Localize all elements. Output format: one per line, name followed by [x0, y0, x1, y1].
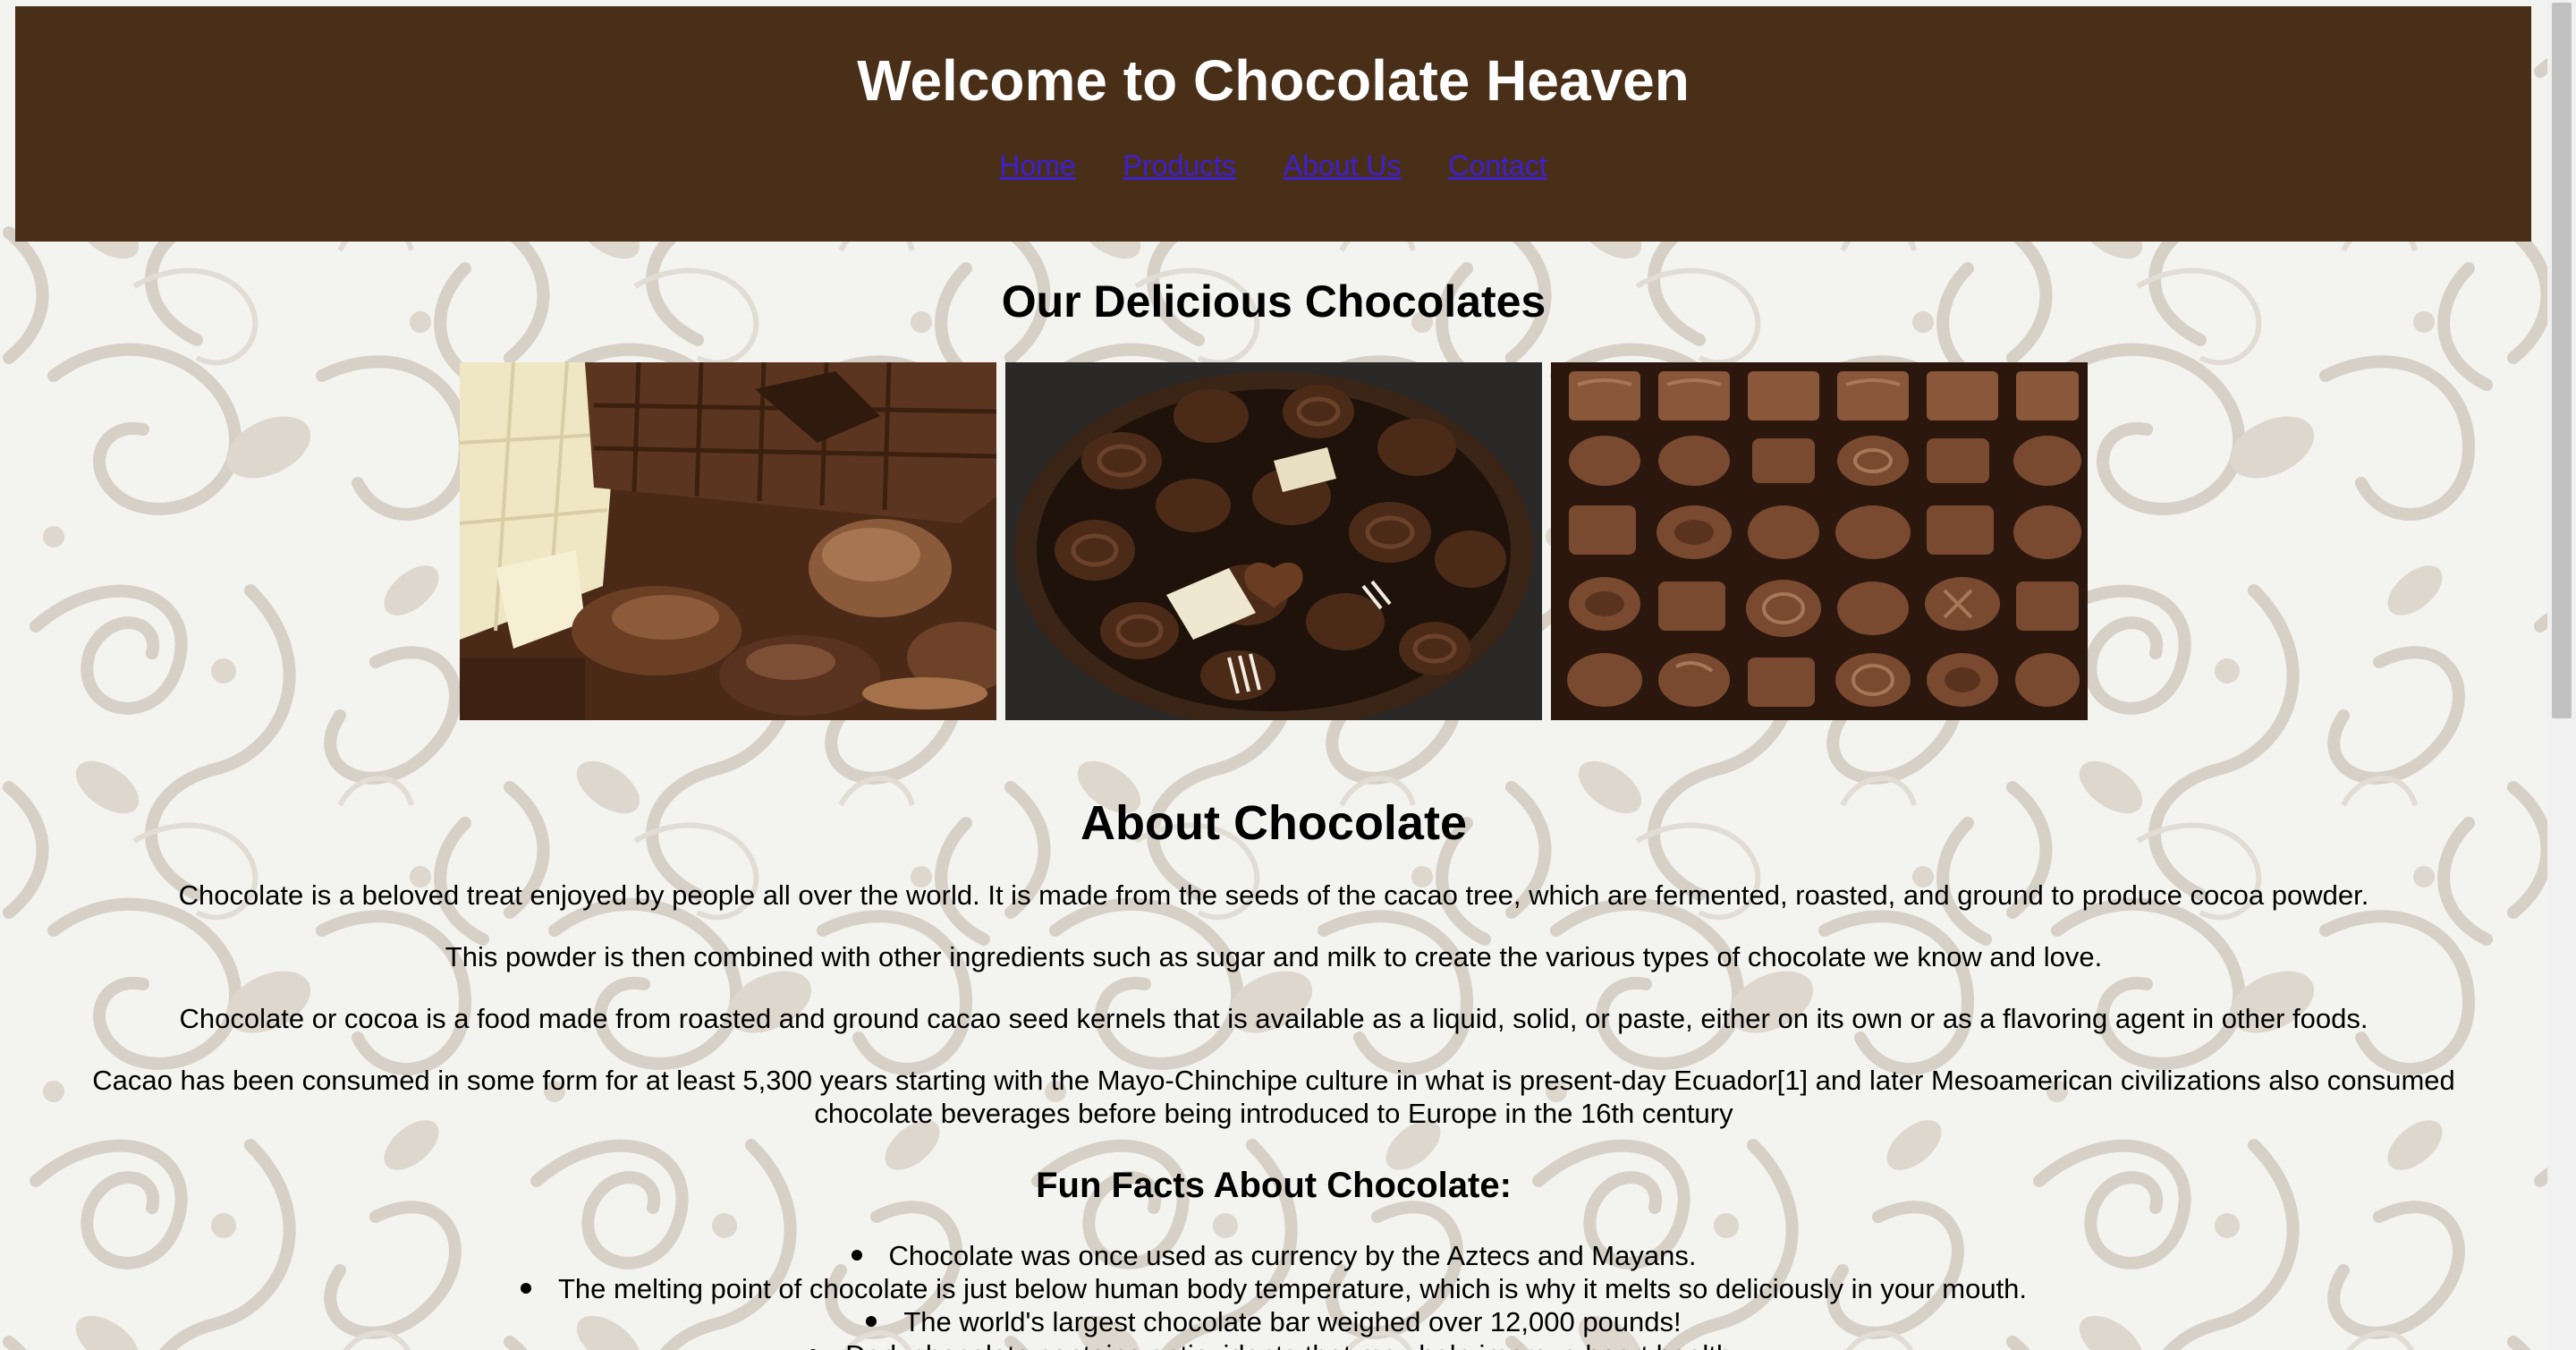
- nav-link-about-us[interactable]: About Us: [1284, 148, 1402, 183]
- chocolate-gallery: [460, 362, 2088, 720]
- about-paragraph: Cacao has been consumed in some form for…: [92, 1065, 2455, 1129]
- vertical-scrollbar[interactable]: [2547, 0, 2576, 1350]
- about-paragraph: Chocolate or cocoa is a food made from r…: [179, 1003, 2368, 1034]
- page: Welcome to Chocolate Heaven Home Product…: [0, 0, 2547, 1350]
- nav-link-contact[interactable]: Contact: [1448, 148, 1546, 183]
- chocolate-bars-image: [460, 362, 996, 720]
- fact-text: The world's largest chocolate bar weighe…: [903, 1306, 1682, 1337]
- bonbon-bowl-image: [1005, 362, 1542, 720]
- site-header: Welcome to Chocolate Heaven Home Product…: [15, 6, 2531, 242]
- bullet-icon: [851, 1249, 862, 1261]
- list-item: The world's largest chocolate bar weighe…: [0, 1305, 2547, 1338]
- chocolate-box-image: [1551, 362, 2088, 720]
- bullet-icon: [520, 1282, 531, 1294]
- list-item: The melting point of chocolate is just b…: [0, 1272, 2547, 1305]
- nav-link-products[interactable]: Products: [1123, 148, 1236, 183]
- bullet-icon: [866, 1315, 877, 1327]
- nav-link-home[interactable]: Home: [999, 148, 1075, 183]
- facts-list: Chocolate was once used as currency by t…: [0, 1239, 2547, 1350]
- facts-heading: Fun Facts About Chocolate:: [1036, 1166, 1512, 1205]
- fact-text: The melting point of chocolate is just b…: [557, 1273, 2028, 1304]
- list-item: Dark chocolate contains antioxidants tha…: [0, 1338, 2547, 1350]
- fact-text: Dark chocolate contains antioxidants tha…: [845, 1339, 1739, 1350]
- scrollbar-thumb[interactable]: [2552, 3, 2572, 718]
- main-nav: Home Products About Us Contact: [15, 148, 2531, 183]
- about-paragraph: Chocolate is a beloved treat enjoyed by …: [178, 879, 2369, 911]
- products-heading: Our Delicious Chocolates: [1001, 276, 1546, 327]
- list-item: Chocolate was once used as currency by t…: [0, 1239, 2547, 1272]
- fact-text: Chocolate was once used as currency by t…: [888, 1240, 1697, 1271]
- about-heading: About Chocolate: [1080, 796, 1467, 850]
- site-title: Welcome to Chocolate Heaven: [857, 48, 1690, 113]
- about-section: Chocolate is a beloved treat enjoyed by …: [45, 879, 2503, 1159]
- about-paragraph: This powder is then combined with other …: [445, 941, 2103, 972]
